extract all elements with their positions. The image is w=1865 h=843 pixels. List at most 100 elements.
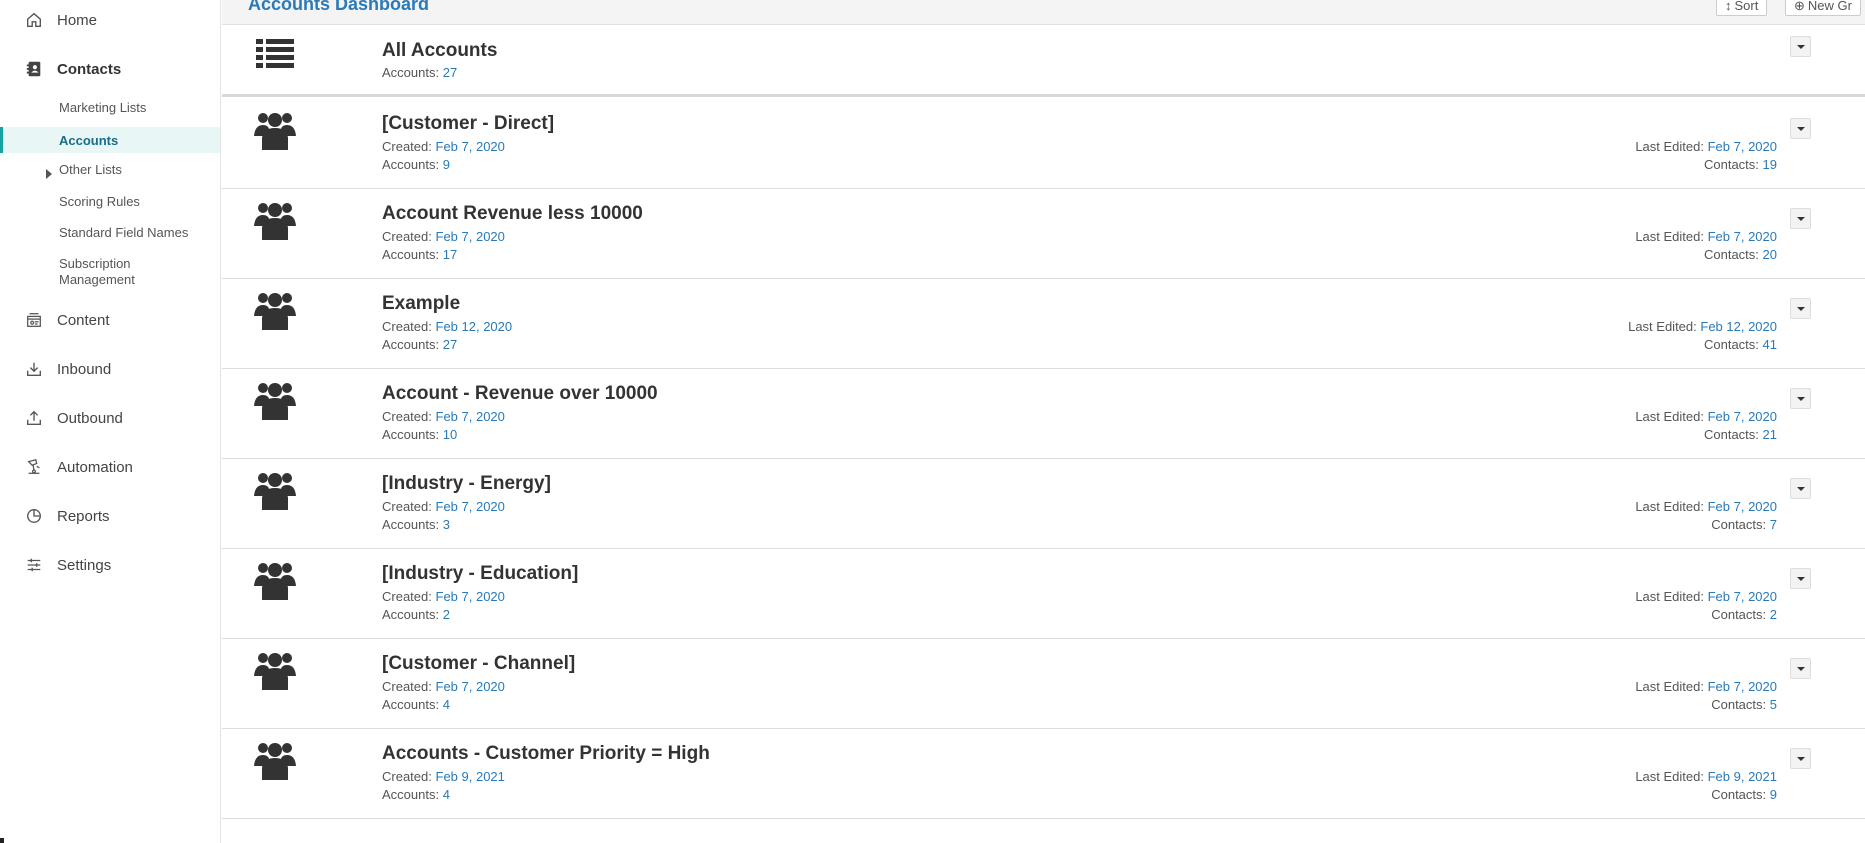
nav-outbound[interactable]: Outbound xyxy=(0,398,220,438)
group-row[interactable]: Account - Revenue over 10000 Created: Feb… xyxy=(222,369,1865,459)
group-row[interactable]: [Customer - Direct] Created: Feb 7, 2020 A… xyxy=(222,99,1865,189)
accounts-count: Accounts: 3 xyxy=(382,517,450,532)
row-dropdown-button[interactable] xyxy=(1790,118,1811,139)
last-edited-date: Last Edited: Feb 7, 2020 xyxy=(1635,409,1777,424)
page-title: Accounts Dashboard xyxy=(248,0,430,14)
sidebar-item-subscription-management[interactable]: Subscription Management xyxy=(0,256,220,290)
row-dropdown-button[interactable] xyxy=(1790,568,1811,589)
last-edited-date: Last Edited: Feb 7, 2020 xyxy=(1635,139,1777,154)
all-accounts-row[interactable]: All Accounts Accounts: 27 xyxy=(222,25,1865,97)
created-date: Created: Feb 7, 2020 xyxy=(382,499,505,514)
accounts-count: Accounts: 10 xyxy=(382,427,458,442)
group-name[interactable]: Account Revenue less 10000 xyxy=(382,203,643,225)
created-date: Created: Feb 12, 2020 xyxy=(382,319,513,334)
new-group-button[interactable]: ⊕ New Gr xyxy=(1785,0,1861,16)
group-row[interactable]: Account Revenue less 10000 Created: Feb 7… xyxy=(222,189,1865,279)
people-group-icon xyxy=(254,468,296,510)
created-date: Created: Feb 7, 2020 xyxy=(382,229,505,244)
group-name[interactable]: [Customer - Channel] xyxy=(382,653,575,675)
created-date: Created: Feb 7, 2020 xyxy=(382,139,505,154)
content-icon xyxy=(24,310,44,330)
contacts-count: Contacts: 2 xyxy=(1711,607,1777,622)
group-row[interactable]: [Customer - Channel] Created: Feb 7, 2020… xyxy=(222,639,1865,729)
row-dropdown-button[interactable] xyxy=(1790,298,1811,319)
sidebar-item-marketing-lists[interactable]: Marketing Lists xyxy=(0,100,220,118)
group-row[interactable]: Accounts - Customer Priority = High Creat… xyxy=(222,729,1865,819)
nav-reports[interactable]: Reports xyxy=(0,496,220,536)
accounts-count: Accounts: 17 xyxy=(382,247,458,262)
outbound-icon xyxy=(24,408,44,428)
window-edge xyxy=(0,838,4,843)
accounts-count: Accounts: 4 xyxy=(382,787,450,802)
nav-content[interactable]: Content xyxy=(0,300,220,340)
group-name[interactable]: [Industry - Education] xyxy=(382,563,578,585)
contacts-count: Contacts: 5 xyxy=(1711,697,1777,712)
last-edited-date: Last Edited: Feb 9, 2021 xyxy=(1635,769,1777,784)
main-content: Accounts Dashboard ↕ Sort ⊕ New Gr All Acc… xyxy=(222,0,1865,843)
home-icon xyxy=(24,10,44,30)
sidebar-item-accounts[interactable]: Accounts xyxy=(0,127,220,153)
accounts-count: Accounts: 2 xyxy=(382,607,450,622)
row-dropdown-button[interactable] xyxy=(1790,208,1811,229)
nav-settings[interactable]: Settings xyxy=(0,545,220,585)
last-edited-date: Last Edited: Feb 7, 2020 xyxy=(1635,589,1777,604)
page-header: Accounts Dashboard ↕ Sort ⊕ New Gr xyxy=(222,0,1865,25)
group-name[interactable]: [Customer - Direct] xyxy=(382,113,554,135)
people-group-icon xyxy=(254,648,296,690)
row-dropdown-button[interactable] xyxy=(1790,658,1811,679)
group-row[interactable]: Example Created: Feb 12, 2020 Accounts: 27… xyxy=(222,279,1865,369)
automation-icon xyxy=(24,457,44,477)
contacts-count: Contacts: 19 xyxy=(1703,157,1777,172)
row-dropdown-button[interactable] xyxy=(1790,388,1811,409)
nav-automation[interactable]: Automation xyxy=(0,447,220,487)
row-dropdown-button[interactable] xyxy=(1790,478,1811,499)
group-name[interactable]: Account - Revenue over 10000 xyxy=(382,383,658,405)
contacts-count: Contacts: 41 xyxy=(1703,337,1777,352)
last-edited-date: Last Edited: Feb 7, 2020 xyxy=(1635,499,1777,514)
sidebar-item-other-lists[interactable]: Other Lists xyxy=(0,162,220,180)
people-group-icon xyxy=(254,378,296,420)
last-edited-date: Last Edited: Feb 7, 2020 xyxy=(1635,229,1777,244)
nav-label: Home xyxy=(57,11,98,29)
accounts-count: Accounts: 9 xyxy=(382,157,450,172)
created-date: Created: Feb 7, 2020 xyxy=(382,409,505,424)
caret-right-icon[interactable] xyxy=(46,169,52,179)
group-name[interactable]: Accounts - Customer Priority = High xyxy=(382,743,710,765)
nav-label: Contacts xyxy=(57,60,122,78)
group-name[interactable]: Example xyxy=(382,293,460,315)
contacts-count: Contacts: 9 xyxy=(1711,787,1777,802)
contacts-count: Contacts: 7 xyxy=(1711,517,1777,532)
group-row[interactable]: [Industry - Education] Created: Feb 7, 20… xyxy=(222,549,1865,639)
row-dropdown-button[interactable] xyxy=(1790,36,1811,57)
people-group-icon xyxy=(254,558,296,600)
sort-icon: ↕ xyxy=(1725,0,1732,13)
group-row[interactable]: [Industry - Energy] Created: Feb 7, 2020 A… xyxy=(222,459,1865,549)
reports-icon xyxy=(24,506,44,526)
created-date: Created: Feb 9, 2021 xyxy=(382,769,505,784)
accounts-count: Accounts: 27 xyxy=(382,337,458,352)
people-group-icon xyxy=(254,738,296,780)
contacts-icon xyxy=(24,59,44,79)
settings-sliders-icon xyxy=(24,555,44,575)
nav-contacts[interactable]: Contacts xyxy=(0,49,220,89)
group-name[interactable]: [Industry - Energy] xyxy=(382,473,551,495)
inbound-icon xyxy=(24,359,44,379)
sidebar: Home Contacts Marketing Lists Accounts O… xyxy=(0,0,221,843)
contacts-count: Contacts: 20 xyxy=(1703,247,1777,262)
created-date: Created: Feb 7, 2020 xyxy=(382,679,505,694)
nav-inbound[interactable]: Inbound xyxy=(0,349,220,389)
contacts-count: Contacts: 21 xyxy=(1703,427,1777,442)
last-edited-date: Last Edited: Feb 7, 2020 xyxy=(1635,679,1777,694)
nav-home[interactable]: Home xyxy=(0,0,220,40)
sidebar-item-scoring-rules[interactable]: Scoring Rules xyxy=(0,194,220,212)
row-dropdown-button[interactable] xyxy=(1790,748,1811,769)
people-group-icon xyxy=(254,198,296,240)
sidebar-item-standard-field-names[interactable]: Standard Field Names xyxy=(0,225,220,243)
last-edited-date: Last Edited: Feb 12, 2020 xyxy=(1628,319,1777,334)
people-group-icon xyxy=(254,108,296,150)
list-icon xyxy=(254,35,296,77)
created-date: Created: Feb 7, 2020 xyxy=(382,589,505,604)
sort-button[interactable]: ↕ Sort xyxy=(1716,0,1768,16)
accounts-count: Accounts: 4 xyxy=(382,697,450,712)
group-name[interactable]: All Accounts xyxy=(382,40,497,62)
